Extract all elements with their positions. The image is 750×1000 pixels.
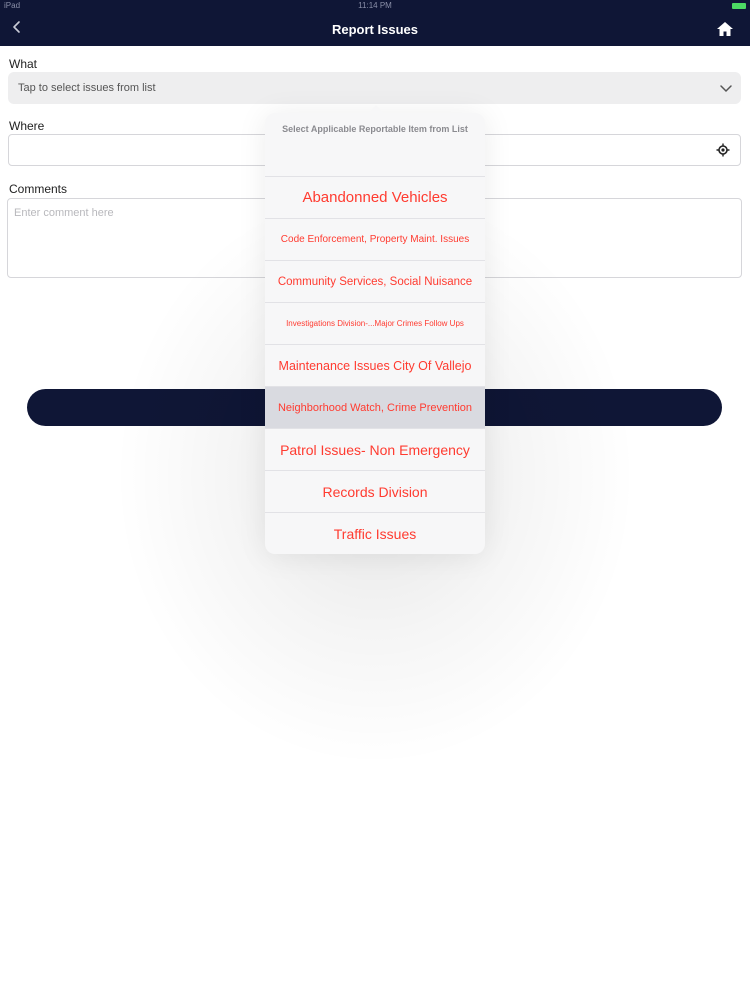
- page-title: Report Issues: [332, 22, 418, 37]
- chevron-down-icon: [719, 81, 733, 95]
- picker-option-traffic-issues[interactable]: Traffic Issues: [265, 512, 485, 554]
- picker-header: Select Applicable Reportable Item from L…: [282, 124, 468, 134]
- picker-option-label: Patrol Issues- Non Emergency: [280, 441, 470, 458]
- comments-label: Comments: [9, 182, 68, 196]
- picker-option-abandoned-vehicles[interactable]: Abandonned Vehicles: [265, 176, 485, 218]
- issue-type-placeholder: Tap to select issues from list: [18, 82, 156, 94]
- picker-option-label: Community Services, Social Nuisance: [277, 275, 473, 288]
- where-label: Where: [9, 119, 45, 133]
- issue-type-select[interactable]: Tap to select issues from list: [8, 72, 741, 104]
- issue-picker-popover: Select Applicable Reportable Item from L…: [265, 105, 485, 554]
- picker-option-label: Traffic Issues: [333, 525, 417, 542]
- picker-option-records-division[interactable]: Records Division: [265, 470, 485, 512]
- popover-arrow: [368, 105, 384, 113]
- picker-option-label: Code Enforcement, Property Maint. Issues: [280, 234, 470, 245]
- battery-icon: [732, 3, 746, 9]
- picker-option-label: Abandonned Vehicles: [302, 189, 448, 206]
- picker-option-neighborhood-watch[interactable]: Neighborhood Watch, Crime Prevention: [265, 386, 485, 428]
- picker-option-investigations[interactable]: Investigations Division-...Major Crimes …: [265, 302, 485, 344]
- picker-option-label: Neighborhood Watch, Crime Prevention: [277, 401, 473, 414]
- top-navigation-bar: iPad 11:14 PM Report Issues: [0, 0, 750, 46]
- picker-option-label: Maintenance Issues City Of Vallejo: [278, 358, 472, 373]
- what-label: What: [9, 57, 38, 71]
- picker-option-label: Investigations Division-...Major Crimes …: [286, 319, 464, 328]
- status-time: 11:14 PM: [358, 1, 392, 10]
- comments-placeholder: Enter comment here: [14, 207, 114, 219]
- picker-option-maintenance[interactable]: Maintenance Issues City Of Vallejo: [265, 344, 485, 386]
- picker-option-patrol-issues[interactable]: Patrol Issues- Non Emergency: [265, 428, 485, 470]
- location-crosshair-icon[interactable]: [716, 143, 730, 157]
- picker-option-community-services[interactable]: Community Services, Social Nuisance: [265, 260, 485, 302]
- picker-option-code-enforcement[interactable]: Code Enforcement, Property Maint. Issues: [265, 218, 485, 260]
- home-icon[interactable]: [716, 21, 734, 37]
- picker-option-label: Records Division: [322, 483, 428, 500]
